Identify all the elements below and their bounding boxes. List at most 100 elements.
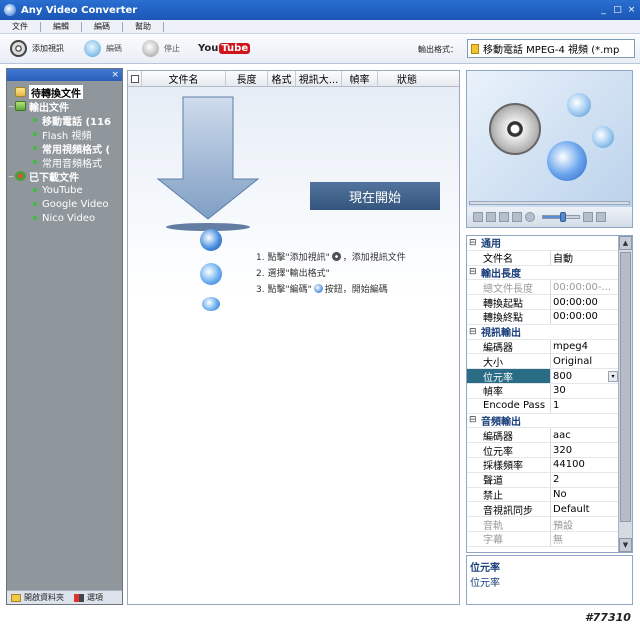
- property-value-text: 44100: [553, 459, 585, 471]
- property-row[interactable]: 編碼器 aac: [467, 428, 632, 444]
- tree-item[interactable]: − 輸出文件: [7, 99, 122, 113]
- play-icon[interactable]: [473, 212, 483, 222]
- tree-item[interactable]: Nico Video: [7, 211, 122, 225]
- preview-progress-bar[interactable]: [469, 201, 630, 205]
- volume-icon[interactable]: [525, 212, 535, 222]
- youtube-button[interactable]: You Tube: [198, 43, 251, 54]
- column-status[interactable]: 狀態: [378, 71, 436, 86]
- property-row[interactable]: 音軌 預設: [467, 517, 632, 532]
- tree-item[interactable]: Google Video: [7, 197, 122, 211]
- open-folder-button[interactable]: 開啟資料夾: [11, 592, 64, 603]
- stop-button[interactable]: 停止: [142, 40, 180, 57]
- add-video-button[interactable]: 添加視訊: [10, 40, 64, 57]
- property-value[interactable]: 1: [551, 399, 619, 413]
- property-value[interactable]: Original: [551, 354, 619, 368]
- property-row[interactable]: 轉換終點 00:00:00: [467, 309, 632, 325]
- watermark: #77310: [585, 611, 631, 624]
- menu-file[interactable]: 文件: [0, 21, 41, 32]
- dropdown-arrow-icon[interactable]: ▾: [608, 370, 618, 382]
- property-value[interactable]: mpeg4: [551, 340, 619, 354]
- column-length[interactable]: 長度: [226, 71, 268, 86]
- property-row[interactable]: 大小 Original: [467, 354, 632, 370]
- property-row[interactable]: 聲道 2: [467, 472, 632, 488]
- tree-item[interactable]: Flash 視頻: [7, 127, 122, 141]
- property-value[interactable]: No: [551, 488, 619, 502]
- property-value[interactable]: aac: [551, 428, 619, 442]
- property-value-text: 無: [553, 535, 563, 546]
- output-format-select[interactable]: 移動電話 MPEG-4 視頻 (*.mp: [467, 39, 635, 58]
- property-row[interactable]: 編碼器 mpeg4: [467, 339, 632, 355]
- property-category[interactable]: ⊟ 通用: [467, 236, 632, 251]
- column-filename[interactable]: 文件名: [142, 71, 226, 86]
- tools-icon[interactable]: [596, 212, 606, 222]
- property-value[interactable]: 00:00:00: [551, 310, 619, 324]
- tree-item[interactable]: − 已下載文件: [7, 169, 122, 183]
- property-row[interactable]: 幀率 30: [467, 383, 632, 399]
- step-2-text: 2. 選擇"輸出格式": [256, 268, 330, 279]
- collapse-icon[interactable]: ⊟: [469, 415, 481, 425]
- description-text: 位元率: [470, 578, 500, 589]
- collapse-icon[interactable]: ⊟: [469, 238, 481, 248]
- settings-icon[interactable]: [583, 212, 593, 222]
- tree-expander-icon[interactable]: −: [7, 172, 15, 181]
- property-category[interactable]: ⊟ 輸出長度: [467, 265, 632, 281]
- collapse-icon[interactable]: ⊟: [469, 327, 481, 337]
- tree-item[interactable]: YouTube: [7, 183, 122, 197]
- options-button[interactable]: 選項: [74, 592, 103, 603]
- property-value[interactable]: 自動: [551, 251, 619, 264]
- tree-expander-icon[interactable]: −: [7, 102, 15, 111]
- property-row[interactable]: 禁止 No: [467, 487, 632, 503]
- property-category[interactable]: ⊟ 視訊輸出: [467, 324, 632, 340]
- property-row[interactable]: 轉換起點 00:00:00: [467, 295, 632, 310]
- snapshot-icon[interactable]: [499, 212, 509, 222]
- scroll-down-button[interactable]: ▼: [619, 538, 632, 552]
- property-row[interactable]: 位元率 800 ▾: [467, 369, 632, 384]
- property-row[interactable]: 音視訊同步 Default: [467, 502, 632, 518]
- property-value[interactable]: 800 ▾: [551, 369, 619, 383]
- start-now-button[interactable]: 現在開始: [310, 182, 440, 210]
- volume-knob[interactable]: [559, 212, 566, 222]
- stop-icon[interactable]: [486, 212, 496, 222]
- column-framerate[interactable]: 幀率: [342, 71, 378, 86]
- column-format[interactable]: 格式: [268, 71, 296, 86]
- column-video-size[interactable]: 視訊大...: [296, 71, 342, 86]
- menu-edit[interactable]: 編輯: [41, 21, 82, 32]
- close-button[interactable]: ×: [626, 5, 637, 16]
- tree-item[interactable]: 移動電話 (116: [7, 113, 122, 127]
- encode-button[interactable]: 編碼: [84, 40, 122, 57]
- menu-help[interactable]: 幫助: [123, 21, 164, 32]
- category-header: ⊟ 通用: [467, 236, 619, 250]
- menu-encode[interactable]: 編碼: [82, 21, 123, 32]
- property-value[interactable]: 320: [551, 443, 619, 457]
- property-value[interactable]: 00:00:00: [551, 295, 619, 309]
- property-category[interactable]: ⊟ 音頻輸出: [467, 413, 632, 429]
- scroll-thumb[interactable]: [620, 252, 631, 522]
- app-window: Any Video Converter _ □ × 文件 編輯 編碼 幫助 添加…: [0, 0, 640, 630]
- minimize-button[interactable]: _: [598, 5, 609, 16]
- property-row[interactable]: 採樣頻率 44100: [467, 457, 632, 473]
- property-row[interactable]: 總文件長度 00:00:00-...: [467, 280, 632, 296]
- maximize-button[interactable]: □: [612, 5, 623, 16]
- property-value-text: 320: [553, 444, 573, 456]
- title-bar[interactable]: Any Video Converter _ □ ×: [0, 0, 640, 20]
- property-value[interactable]: 44100: [551, 458, 619, 472]
- property-row[interactable]: Encode Pass 1: [467, 398, 632, 414]
- property-row[interactable]: 字幕無: [467, 531, 632, 547]
- volume-slider[interactable]: [542, 212, 580, 222]
- tree-item-label: Nico Video: [42, 212, 96, 224]
- tree-close-icon[interactable]: ×: [111, 69, 119, 81]
- property-value[interactable]: Default: [551, 502, 619, 516]
- tree-item-label: YouTube: [42, 184, 83, 196]
- property-value[interactable]: 30: [551, 384, 619, 398]
- collapse-icon[interactable]: ⊟: [469, 267, 481, 277]
- tree-item[interactable]: 待轉換文件: [7, 85, 122, 99]
- property-value[interactable]: 2: [551, 473, 619, 487]
- properties-scrollbar[interactable]: ▲ ▼: [618, 236, 632, 552]
- select-all-checkbox[interactable]: [128, 71, 142, 86]
- tree-item[interactable]: 常用音頻格式: [7, 155, 122, 169]
- property-row[interactable]: 位元率 320: [467, 443, 632, 458]
- property-row[interactable]: 文件名 自動: [467, 250, 632, 266]
- fullscreen-icon[interactable]: [512, 212, 522, 222]
- tree-item[interactable]: 常用視頻格式 (: [7, 141, 122, 155]
- scroll-up-button[interactable]: ▲: [619, 236, 632, 250]
